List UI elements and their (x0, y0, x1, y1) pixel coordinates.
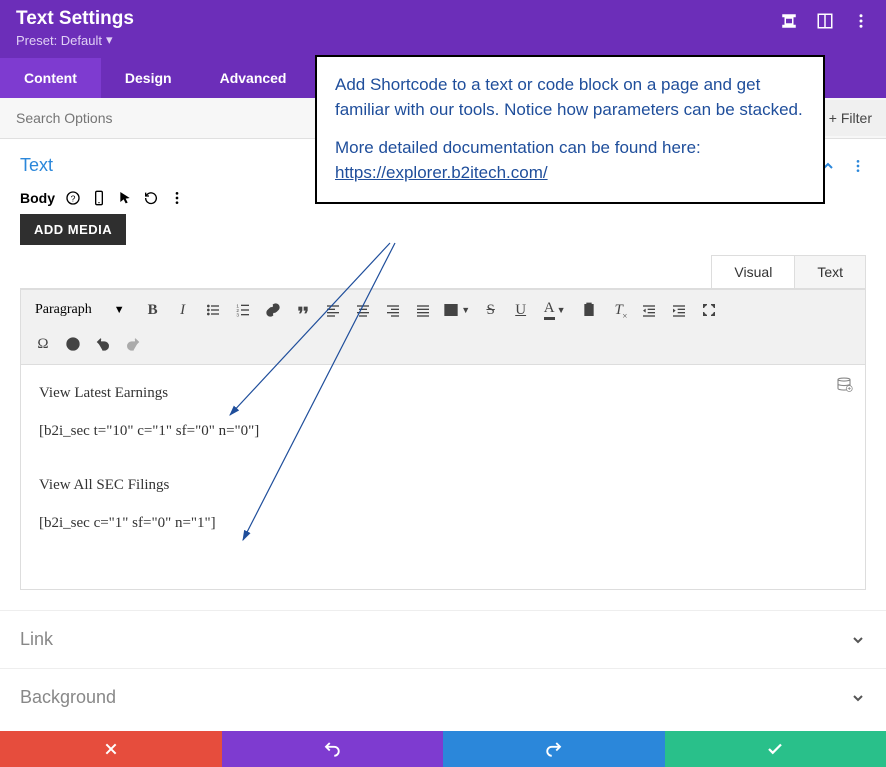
tab-visual[interactable]: Visual (711, 255, 795, 288)
bullet-list-icon[interactable] (199, 296, 227, 324)
align-justify-icon[interactable] (409, 296, 437, 324)
text-color-icon[interactable]: A▼ (537, 296, 573, 324)
columns-icon[interactable] (816, 12, 834, 30)
caret-down-icon: ▾ (106, 32, 113, 48)
filter-label: Filter (841, 110, 872, 126)
italic-icon[interactable]: I (169, 296, 197, 324)
bold-icon[interactable]: B (139, 296, 167, 324)
accordion-title: Background (20, 687, 116, 708)
chevron-down-icon (850, 632, 866, 648)
cursor-icon[interactable] (117, 190, 133, 206)
emoji-icon[interactable] (59, 330, 87, 358)
add-media-button[interactable]: ADD MEDIA (20, 214, 126, 245)
header: Text Settings Preset: Default ▾ (0, 0, 886, 58)
editor-line: View Latest Earnings (39, 381, 847, 405)
tab-content[interactable]: Content (0, 58, 101, 98)
paragraph-select-label: Paragraph (35, 302, 92, 318)
tab-design[interactable]: Design (101, 58, 196, 98)
accordion-link[interactable]: Link (0, 610, 886, 668)
align-right-icon[interactable] (379, 296, 407, 324)
more-vert-icon[interactable] (850, 158, 866, 174)
undo-icon[interactable] (89, 330, 117, 358)
outdent-icon[interactable] (635, 296, 663, 324)
link-icon[interactable] (259, 296, 287, 324)
undo-button[interactable] (222, 731, 444, 767)
callout-box: Add Shortcode to a text or code block on… (315, 55, 825, 204)
caret-down-icon: ▼ (114, 304, 125, 316)
callout-link[interactable]: https://explorer.b2itech.com/ (335, 163, 548, 182)
tab-text[interactable]: Text (794, 255, 866, 288)
clear-format-icon[interactable]: T× (605, 296, 633, 324)
omega-icon[interactable]: Ω (29, 330, 57, 358)
footer-actions (0, 731, 886, 767)
preset-label: Preset: Default (16, 33, 102, 48)
paste-text-icon[interactable] (575, 296, 603, 324)
more-vert-icon[interactable] (852, 12, 870, 30)
editor-line: [b2i_sec c="1" sf="0" n="1"] (39, 511, 847, 535)
help-icon[interactable]: ? (65, 190, 81, 206)
tab-advanced[interactable]: Advanced (196, 58, 311, 98)
reset-icon[interactable] (143, 190, 159, 206)
section-text: Text Body ? ADD MEDIA Visual Text Paragr… (0, 139, 886, 590)
paragraph-select[interactable]: Paragraph ▼ (29, 300, 131, 320)
callout-text: Add Shortcode to a text or code block on… (335, 73, 805, 122)
editor-content[interactable]: View Latest Earnings [b2i_sec t="10" c="… (20, 365, 866, 590)
phone-icon[interactable] (91, 190, 107, 206)
more-vert-icon[interactable] (169, 190, 185, 206)
svg-text:3: 3 (236, 313, 239, 318)
preset-dropdown[interactable]: Preset: Default ▾ (16, 32, 134, 48)
align-center-icon[interactable] (349, 296, 377, 324)
svg-text:?: ? (71, 193, 76, 203)
fullscreen-icon[interactable] (695, 296, 723, 324)
page-title: Text Settings (16, 8, 134, 30)
callout-text-line: More detailed documentation can be found… (335, 138, 701, 157)
chevron-down-icon (850, 690, 866, 706)
cancel-button[interactable] (0, 731, 222, 767)
underline-icon[interactable]: U (507, 296, 535, 324)
table-icon[interactable]: ▼ (439, 296, 475, 324)
callout-text: More detailed documentation can be found… (335, 136, 805, 185)
editor-line: [b2i_sec t="10" c="1" sf="0" n="0"] (39, 419, 847, 443)
accordion-title: Link (20, 629, 53, 650)
editor-line: View All SEC Filings (39, 473, 847, 497)
quote-icon[interactable] (289, 296, 317, 324)
accordion-background[interactable]: Background (0, 668, 886, 726)
number-list-icon[interactable]: 123 (229, 296, 257, 324)
editor-mode-tabs: Visual Text (20, 255, 866, 289)
save-button[interactable] (665, 731, 886, 767)
align-left-icon[interactable] (319, 296, 347, 324)
redo-button[interactable] (443, 731, 665, 767)
indent-icon[interactable] (665, 296, 693, 324)
redo-icon[interactable] (119, 330, 147, 358)
body-label: Body (20, 190, 55, 206)
editor-toolbar: Paragraph ▼ B I 123 ▼ S U A▼ T× Ω (20, 289, 866, 365)
dynamic-content-icon[interactable] (835, 375, 853, 393)
plus-icon: + (829, 110, 837, 126)
strikethrough-icon[interactable]: S (477, 296, 505, 324)
section-title: Text (20, 155, 53, 176)
responsive-icon[interactable] (780, 12, 798, 30)
